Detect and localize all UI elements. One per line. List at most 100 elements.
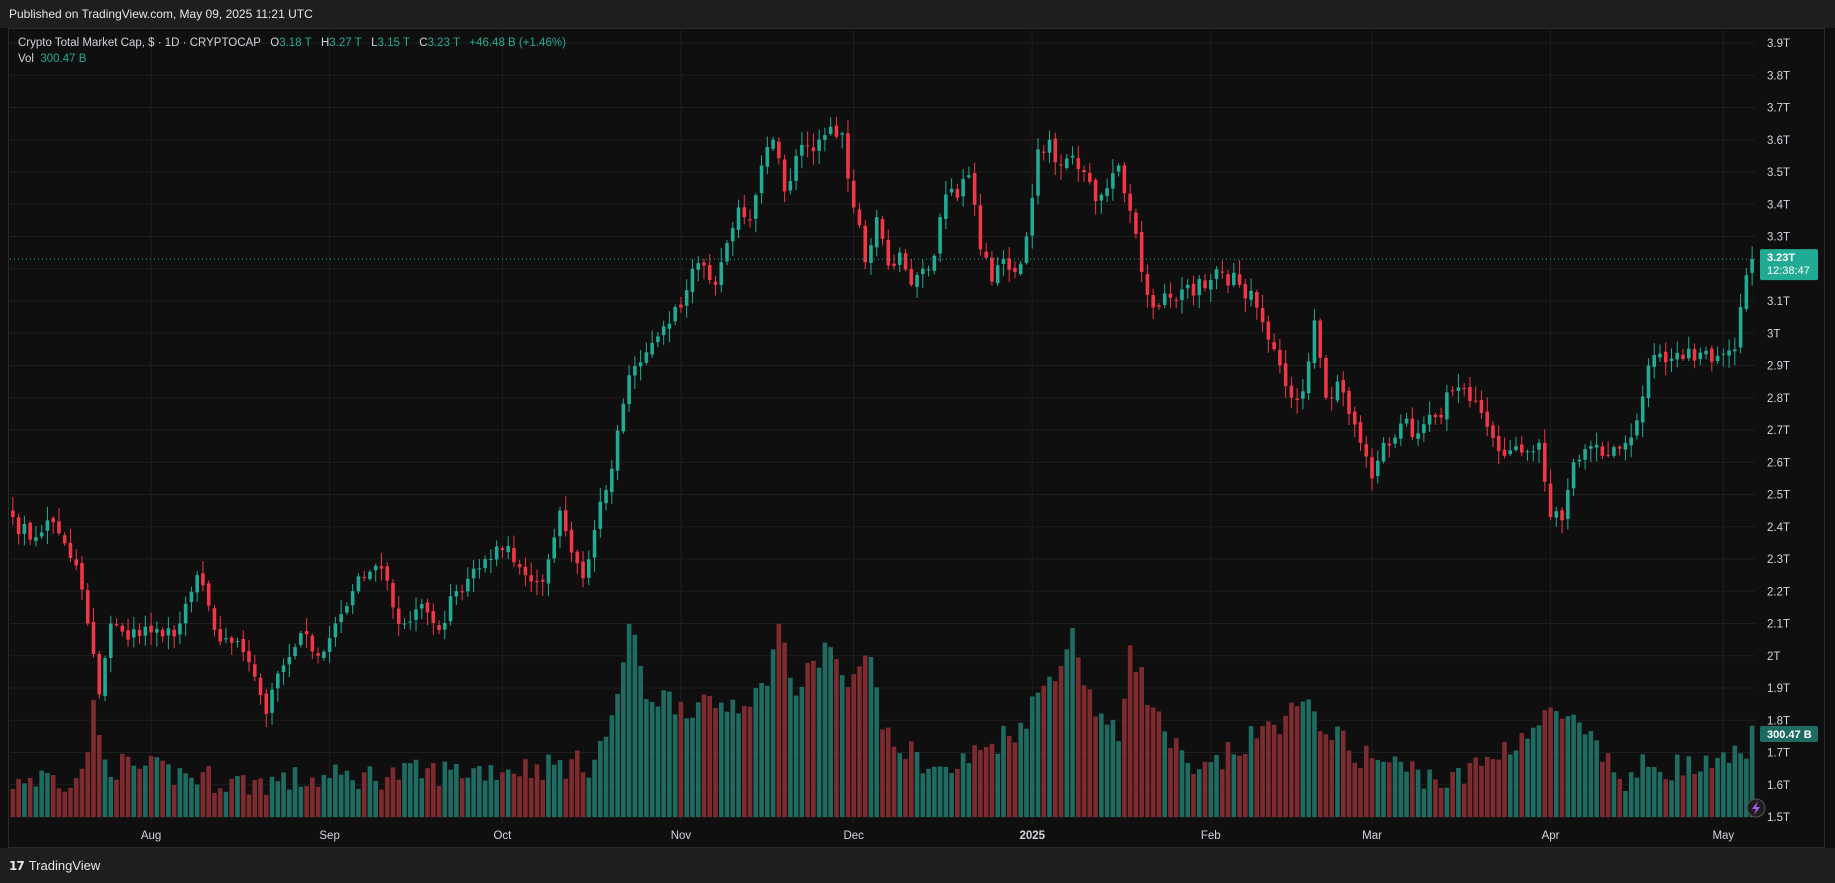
candle-body — [189, 591, 194, 603]
candle-body — [1623, 442, 1628, 450]
volume-bar — [263, 794, 269, 817]
volume-bar — [845, 687, 851, 817]
chart-legend: Crypto Total Market Cap, $ · 1D · CRYPTO… — [18, 35, 566, 67]
x-tick-label: Nov — [671, 830, 692, 842]
candle-body — [1554, 511, 1559, 518]
candle-body — [932, 255, 937, 271]
volume-bar — [557, 760, 563, 817]
candle-body — [402, 623, 407, 625]
candle-body — [1180, 289, 1184, 301]
volume-bar — [1559, 718, 1565, 817]
volume-bar — [1352, 762, 1358, 817]
volume-bar — [1047, 676, 1052, 817]
volume-bar — [1669, 780, 1674, 817]
candle-body — [944, 194, 948, 219]
volume-bar — [1657, 771, 1663, 817]
candle-body — [178, 623, 182, 635]
candle-body — [443, 622, 447, 630]
price-axis[interactable]: 1.5T 1.6T 1.7T 1.8T 1.9T 2T 2.1T 2.2T 2.3T 2.4T 2.… — [1767, 38, 1790, 824]
candle-body — [368, 571, 372, 580]
volume-bar — [1594, 740, 1599, 817]
candles — [11, 116, 1754, 728]
candle-body — [581, 561, 585, 579]
volume-bar — [598, 740, 603, 817]
y-tick-label: 3.6T — [1767, 135, 1790, 147]
candle-body — [863, 225, 868, 263]
volume-bar — [805, 662, 810, 817]
volume-bar — [1260, 726, 1265, 817]
candle-body — [276, 673, 280, 689]
y-tick-label: 2.9T — [1767, 361, 1790, 373]
lightning-icon[interactable] — [1746, 798, 1766, 818]
volume-bar — [1525, 738, 1530, 817]
candle-body — [1358, 422, 1363, 443]
volume-bar — [79, 768, 85, 817]
volume-bar — [22, 783, 27, 817]
volume-bar — [477, 765, 482, 817]
candle-body — [598, 501, 603, 529]
candle-body — [108, 623, 113, 658]
candle-body — [1422, 424, 1426, 434]
volume-bar — [321, 774, 327, 817]
candle-body — [1456, 387, 1461, 391]
volume-bar — [1680, 775, 1686, 817]
price-tag: 3.23T 12:38:47 — [1760, 249, 1818, 281]
candle-body — [160, 629, 165, 637]
volume-bar — [119, 753, 125, 817]
volume-bar — [85, 752, 91, 817]
volume-bar — [713, 708, 718, 817]
volume-bar — [1703, 755, 1709, 817]
volume-bar — [160, 760, 165, 817]
volume-bar — [632, 634, 638, 817]
candlestick-chart[interactable]: 1.5T 1.6T 1.7T 1.8T 1.9T 2T 2.1T 2.2T 2.3T 2.4T 2.… — [0, 0, 1835, 883]
volume-bar — [1697, 771, 1703, 817]
candle-body — [1663, 351, 1668, 363]
volume-bar — [1738, 753, 1743, 817]
y-tick-label: 3.8T — [1767, 70, 1790, 82]
volume-bar — [782, 642, 787, 817]
volume-bar — [338, 774, 344, 817]
volume-bar — [275, 781, 281, 817]
volume-bar — [834, 659, 839, 817]
time-axis[interactable]: Aug Sep Oct Nov Dec 2025 Feb Mar Apr May — [141, 830, 1735, 842]
volume-bar — [603, 736, 609, 817]
volume-bar — [788, 677, 793, 817]
volume-bar — [494, 779, 499, 817]
volume-bar — [200, 772, 206, 817]
candle-body — [1514, 446, 1518, 451]
candle-body — [771, 139, 775, 149]
candle-body — [1214, 269, 1219, 279]
volume-bar — [206, 766, 211, 817]
volume-bar — [644, 699, 649, 817]
candle-body — [1168, 293, 1173, 298]
candle-body — [1519, 444, 1524, 453]
volume-bar — [1070, 627, 1075, 817]
candle-body — [356, 576, 361, 592]
candle-body — [535, 580, 539, 583]
candle-body — [874, 217, 879, 248]
candle-body — [91, 622, 96, 655]
candle-body — [563, 510, 568, 531]
volume-bar — [972, 745, 977, 817]
y-tick-label: 2.5T — [1767, 490, 1790, 502]
candle-body — [408, 621, 413, 623]
volume-bar — [1600, 761, 1605, 817]
candle-body — [978, 205, 983, 250]
symbol-name[interactable]: Crypto Total Market Cap, $ · 1D · CRYPTO… — [18, 37, 261, 49]
candle-body — [327, 638, 332, 652]
volume-bar — [609, 715, 615, 817]
candle-body — [1318, 320, 1322, 358]
volume-bar — [229, 778, 235, 817]
candle-body — [794, 155, 798, 181]
candle-body — [1088, 173, 1092, 182]
candle-body — [1375, 460, 1380, 477]
volume-bar — [943, 766, 949, 817]
candle-body — [1139, 231, 1144, 272]
candle-body — [379, 566, 384, 569]
volume-bar — [304, 786, 309, 817]
candle-body — [1266, 321, 1271, 340]
volume-bar — [379, 789, 384, 817]
candle-body — [1433, 414, 1438, 418]
tradingview-brand[interactable]: 17 TradingView — [9, 858, 100, 873]
volume-bar — [1577, 722, 1582, 817]
